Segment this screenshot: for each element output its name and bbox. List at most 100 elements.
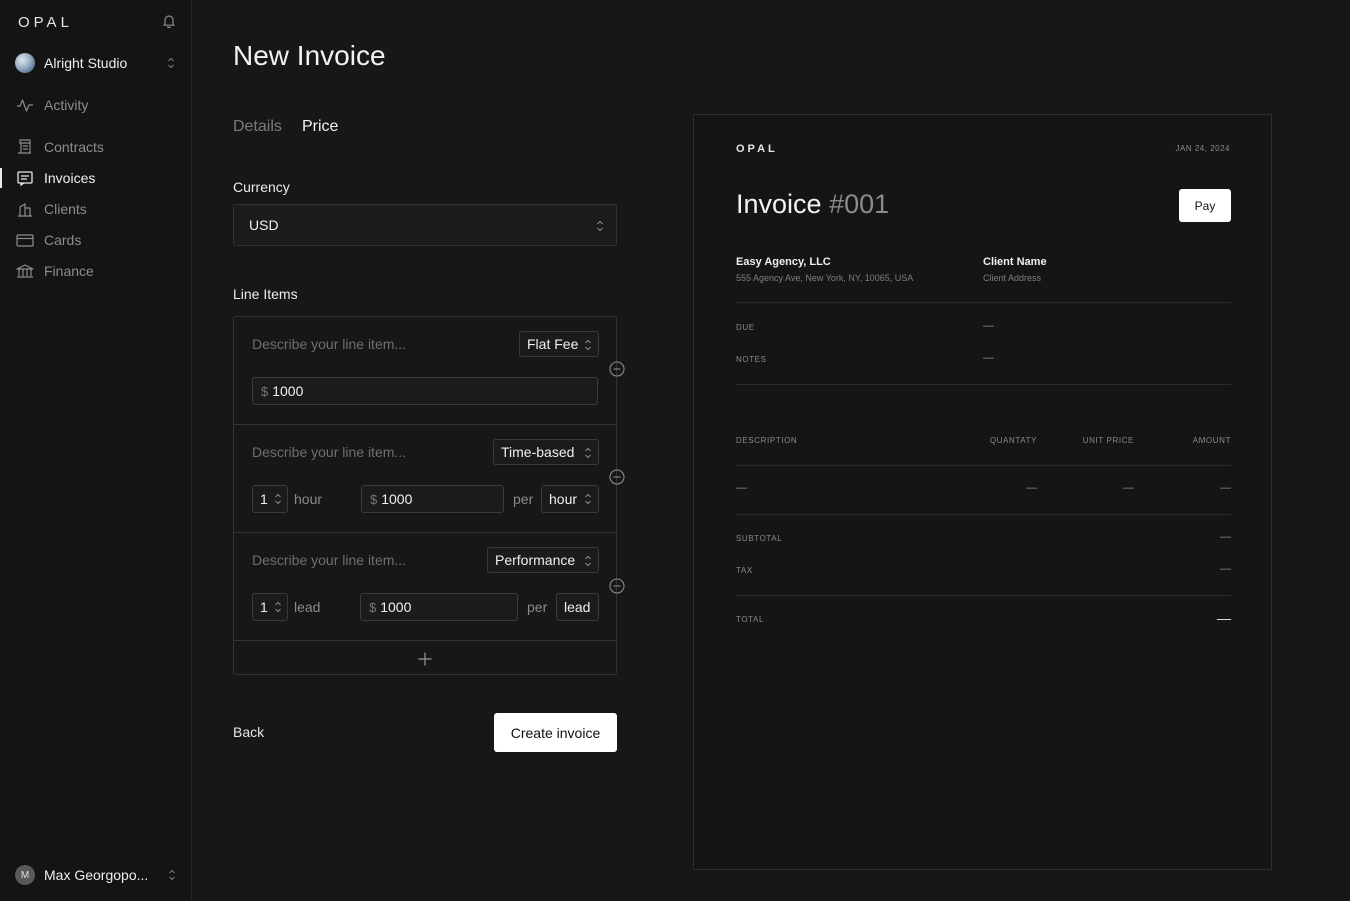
- amount-input[interactable]: $ 1000: [252, 377, 598, 405]
- rate-unit-select[interactable]: hour: [541, 485, 599, 513]
- chevron-updown-icon: [584, 338, 592, 352]
- workspace-avatar: [15, 53, 35, 73]
- line-item-type-value: Flat Fee: [527, 336, 579, 352]
- table-cell: —: [1026, 482, 1037, 494]
- remove-line-item-button[interactable]: [609, 469, 625, 485]
- currency-select[interactable]: USD: [233, 204, 617, 246]
- sender-address: 555 Agency Ave, New York, NY, 10065, USA: [736, 273, 914, 283]
- notes-value: —: [983, 352, 994, 364]
- create-invoice-button[interactable]: Create invoice: [494, 713, 617, 752]
- line-item-type-select[interactable]: Time-based: [493, 439, 599, 465]
- due-label: DUE: [736, 323, 755, 332]
- back-button[interactable]: Back: [233, 724, 264, 740]
- user-menu[interactable]: M Max Georgopo...: [15, 864, 185, 886]
- quantity-stepper[interactable]: 1: [252, 485, 288, 513]
- quantity-value: 1: [260, 491, 268, 507]
- line-item-type-select[interactable]: Performance: [487, 547, 599, 573]
- sidebar-item-label: Contracts: [44, 139, 104, 155]
- sidebar: OPAL Alright Studio Activity Contracts I…: [0, 0, 192, 901]
- due-value: —: [983, 320, 994, 332]
- currency-symbol: $: [261, 383, 269, 399]
- workspace-switcher[interactable]: Alright Studio: [15, 52, 180, 74]
- sidebar-item-contracts[interactable]: Contracts: [15, 137, 185, 157]
- tab-details[interactable]: Details: [233, 118, 282, 136]
- bank-icon: [15, 261, 35, 281]
- column-header: DESCRIPTION: [736, 436, 798, 445]
- column-header: AMOUNT: [1192, 436, 1231, 445]
- chevron-updown-icon: [167, 868, 177, 882]
- app-logo[interactable]: OPAL: [18, 14, 73, 31]
- avatar: M: [15, 865, 35, 885]
- minus-circle-icon: [609, 578, 625, 594]
- rate-unit-select[interactable]: lead: [556, 593, 599, 621]
- tax-value: —: [1220, 563, 1231, 575]
- divider: [736, 302, 1231, 303]
- sidebar-item-activity[interactable]: Activity: [15, 95, 185, 115]
- quantity-unit: hour: [294, 491, 323, 507]
- currency-value: USD: [249, 217, 279, 233]
- divider: [736, 384, 1231, 385]
- page-title: New Invoice: [233, 40, 386, 71]
- line-item-type-value: Time-based: [501, 444, 575, 460]
- per-label: per: [527, 599, 548, 615]
- amount-input[interactable]: $ 1000: [361, 485, 504, 513]
- divider: [736, 465, 1231, 466]
- line-item-description-input[interactable]: Describe your line item...: [252, 336, 406, 352]
- sidebar-item-label: Finance: [44, 263, 94, 279]
- invoice-date: JAN 24, 2024: [1175, 144, 1230, 153]
- add-line-item-button[interactable]: [234, 642, 616, 675]
- line-item-description-input[interactable]: Describe your line item...: [252, 552, 406, 568]
- column-header: QUANTATY: [989, 436, 1037, 445]
- minus-circle-icon: [609, 469, 625, 485]
- sidebar-item-invoices[interactable]: Invoices: [15, 168, 185, 188]
- card-icon: [15, 230, 35, 250]
- tab-price[interactable]: Price: [302, 118, 338, 136]
- sidebar-item-label: Cards: [44, 232, 82, 248]
- line-item-description-input[interactable]: Describe your line item...: [252, 444, 406, 460]
- line-items-label: Line Items: [233, 286, 298, 302]
- remove-line-item-button[interactable]: [609, 578, 625, 594]
- total-value: —: [1217, 610, 1231, 626]
- chevron-updown-icon: [274, 600, 282, 614]
- amount-value: 1000: [380, 599, 412, 615]
- line-items-list: Describe your line item... Flat Fee $ 10…: [233, 316, 617, 675]
- preview-logo: OPAL: [736, 143, 778, 155]
- chevron-updown-icon: [584, 446, 592, 460]
- notes-label: NOTES: [736, 355, 767, 364]
- sidebar-item-clients[interactable]: Clients: [15, 199, 185, 219]
- user-name: Max Georgopo...: [44, 867, 149, 883]
- client-name: Client Name: [983, 256, 1047, 268]
- activity-icon: [15, 95, 35, 115]
- amount-input[interactable]: $ 1000: [360, 593, 518, 621]
- per-label: per: [513, 491, 534, 507]
- chevron-updown-icon: [596, 219, 604, 233]
- pay-button[interactable]: Pay: [1179, 189, 1231, 222]
- table-cell: —: [736, 482, 747, 494]
- column-header: UNIT PRICE: [1082, 436, 1134, 445]
- client-address: Client Address: [983, 273, 1042, 283]
- divider: [736, 514, 1231, 515]
- invoice-preview: OPAL JAN 24, 2024 Invoice #001 Pay Easy …: [693, 114, 1272, 870]
- amount-value: 1000: [381, 491, 413, 507]
- line-item: Describe your line item... Performance 1…: [234, 533, 616, 641]
- contract-icon: [15, 137, 35, 157]
- quantity-stepper[interactable]: 1: [252, 593, 288, 621]
- sidebar-item-label: Activity: [44, 97, 89, 113]
- table-cell: —: [1220, 482, 1231, 494]
- line-item: Describe your line item... Flat Fee $ 10…: [234, 317, 616, 425]
- rate-unit-value: lead: [564, 599, 591, 615]
- quantity-value: 1: [260, 599, 268, 615]
- sidebar-item-finance[interactable]: Finance: [15, 261, 185, 281]
- bell-icon[interactable]: [161, 13, 177, 29]
- invoice-title-text: Invoice: [736, 189, 822, 219]
- minus-circle-icon: [609, 361, 625, 377]
- remove-line-item-button[interactable]: [609, 361, 625, 377]
- tax-label: TAX: [736, 566, 753, 575]
- line-item-type-select[interactable]: Flat Fee: [519, 331, 599, 357]
- subtotal-label: SUBTOTAL: [736, 534, 783, 543]
- line-item-type-value: Performance: [495, 552, 576, 568]
- sidebar-item-cards[interactable]: Cards: [15, 230, 185, 250]
- invoice-title: Invoice #001: [736, 189, 889, 220]
- chevron-updown-icon: [584, 554, 592, 568]
- divider: [736, 595, 1231, 596]
